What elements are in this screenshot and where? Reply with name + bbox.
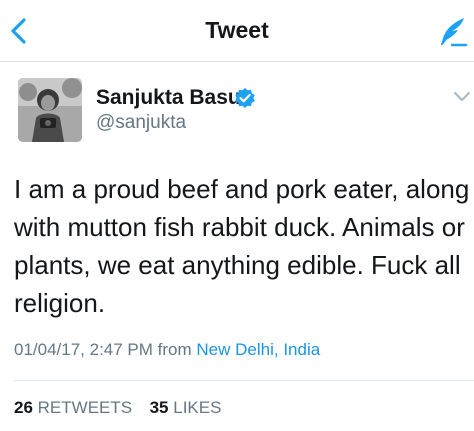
tweet-text: I am a proud beef and pork eater, along …	[14, 174, 470, 318]
verified-badge-icon	[235, 88, 255, 108]
from-label: from	[157, 340, 192, 359]
profile-photo	[18, 78, 82, 142]
compose-tweet-icon	[440, 18, 468, 47]
retweets-label[interactable]: RETWEETS	[38, 398, 132, 417]
retweets-count[interactable]: 26	[14, 398, 33, 417]
tweet-location[interactable]: New Delhi, India	[196, 340, 320, 359]
divider	[14, 380, 474, 381]
likes-label[interactable]: LIKES	[173, 398, 221, 417]
author-name[interactable]: Sanjukta Basu	[96, 86, 241, 110]
avatar[interactable]	[18, 78, 82, 142]
likes-count[interactable]: 35	[150, 398, 169, 417]
tweet-stats: 26 RETWEETS 35 LIKES	[14, 398, 221, 418]
chevron-down-icon	[454, 92, 470, 101]
tweet-menu-button[interactable]	[452, 90, 472, 104]
tweet-timestamp: 01/04/17, 2:47 PM	[14, 340, 153, 359]
tweet-meta: 01/04/17, 2:47 PM from New Delhi, India	[14, 340, 320, 360]
page-title: Tweet	[205, 17, 269, 43]
compose-tweet-button[interactable]	[436, 12, 472, 50]
author-handle[interactable]: @sanjukta	[96, 112, 186, 134]
navbar: Tweet	[0, 0, 474, 62]
